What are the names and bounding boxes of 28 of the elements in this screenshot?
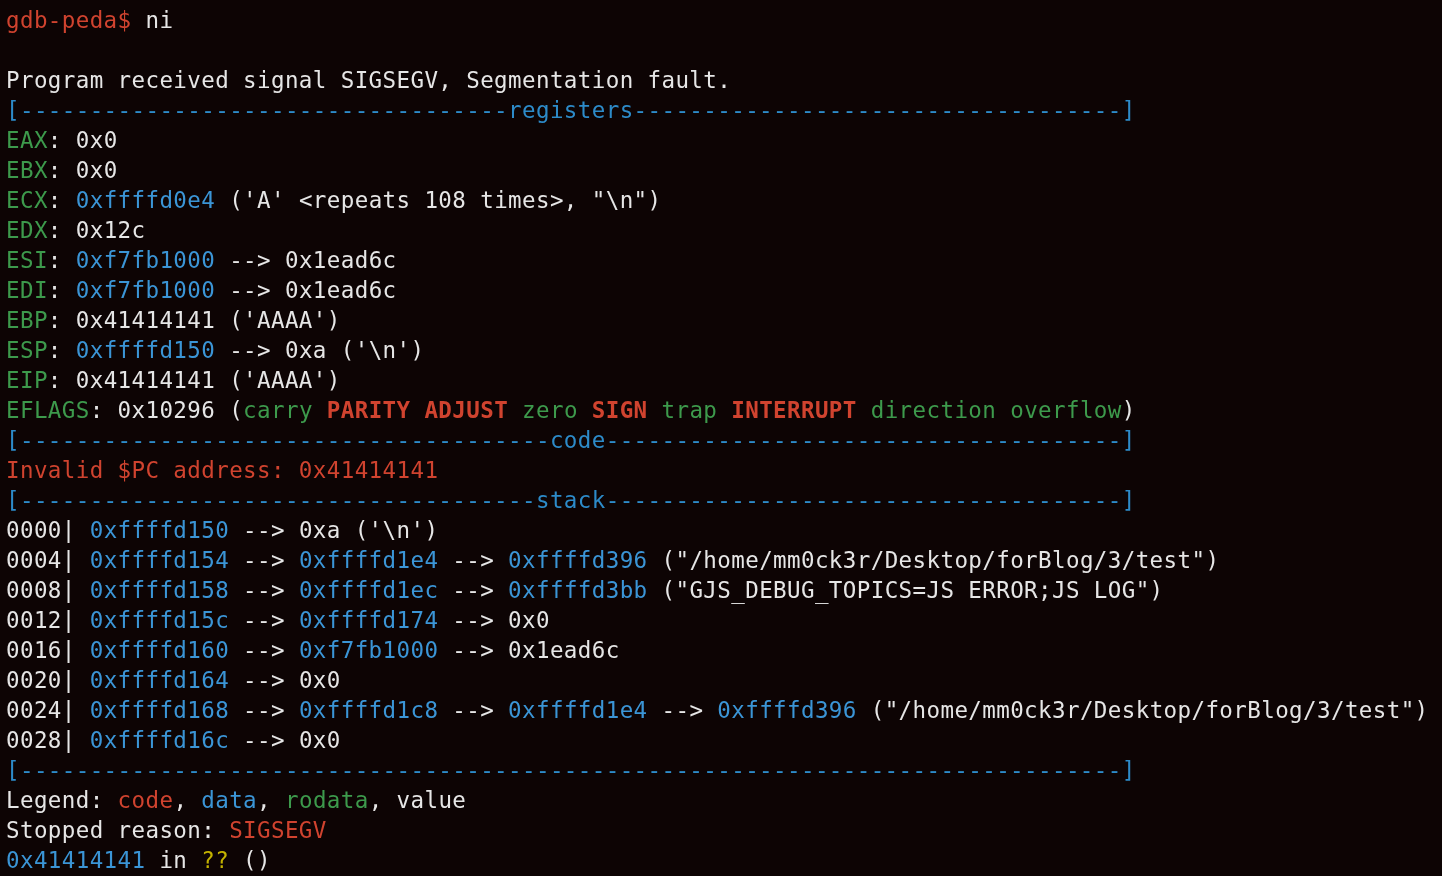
terminal-line: 0016| 0xffffd160 --> 0xf7fb1000 --> 0x1ead6c: [6, 636, 620, 665]
terminal-line: EBX: 0x0: [6, 156, 118, 185]
terminal-line: Stopped reason: SIGSEGV: [6, 816, 327, 845]
terminal-line: 0024| 0xffffd168 --> 0xffffd1c8 --> 0xffffd1e4 --> 0xffffd396 ("/home/mm0ck3r/Desktop/forBlog/3/test"): [6, 696, 1429, 725]
terminal-line: 0028| 0xffffd16c --> 0x0: [6, 726, 341, 755]
terminal-line: [-----------------------------------registers-----------------------------------]: [6, 96, 1136, 125]
terminal-line: 0x41414141 in ?? (): [6, 846, 271, 875]
terminal-line: EBP: 0x41414141 ('AAAA'): [6, 306, 341, 335]
terminal-line: 0012| 0xffffd15c --> 0xffffd174 --> 0x0: [6, 606, 550, 635]
terminal-line: ESI: 0xf7fb1000 --> 0x1ead6c: [6, 246, 397, 275]
terminal-line: 0008| 0xffffd158 --> 0xffffd1ec --> 0xffffd3bb ("GJS_DEBUG_TOPICS=JS ERROR;JS LOG"): [6, 576, 1164, 605]
terminal-line: ECX: 0xffffd0e4 ('A' <repeats 108 times>, "\n"): [6, 186, 662, 215]
terminal-line: EDI: 0xf7fb1000 --> 0x1ead6c: [6, 276, 397, 305]
terminal-line: EAX: 0x0: [6, 126, 118, 155]
terminal-line: Program received signal SIGSEGV, Segmentation fault.: [6, 66, 732, 95]
terminal-line: 0000| 0xffffd150 --> 0xa ('\n'): [6, 516, 439, 545]
terminal-line: EIP: 0x41414141 ('AAAA'): [6, 366, 341, 395]
terminal-line: ESP: 0xffffd150 --> 0xa ('\n'): [6, 336, 425, 365]
terminal-line: 0020| 0xffffd164 --> 0x0: [6, 666, 341, 695]
terminal-line: [--------------------------------------code-------------------------------------]: [6, 426, 1136, 455]
terminal-line: 0004| 0xffffd154 --> 0xffffd1e4 --> 0xffffd396 ("/home/mm0ck3r/Desktop/forBlog/3/test"): [6, 546, 1220, 575]
terminal-line: [-------------------------------------stack-------------------------------------]: [6, 486, 1136, 515]
terminal-line: Legend: code, data, rodata, value: [6, 786, 467, 815]
terminal-line: gdb-peda$ ni: [6, 6, 174, 35]
terminal-line: EDX: 0x12c: [6, 216, 146, 245]
terminal-line: [-------------------------------------------------------------------------------]: [6, 756, 1136, 785]
terminal-line: Invalid $PC address: 0x41414141: [6, 456, 439, 485]
terminal-line: EFLAGS: 0x10296 (carry PARITY ADJUST zero SIGN trap INTERRUPT direction overflow): [6, 396, 1136, 425]
